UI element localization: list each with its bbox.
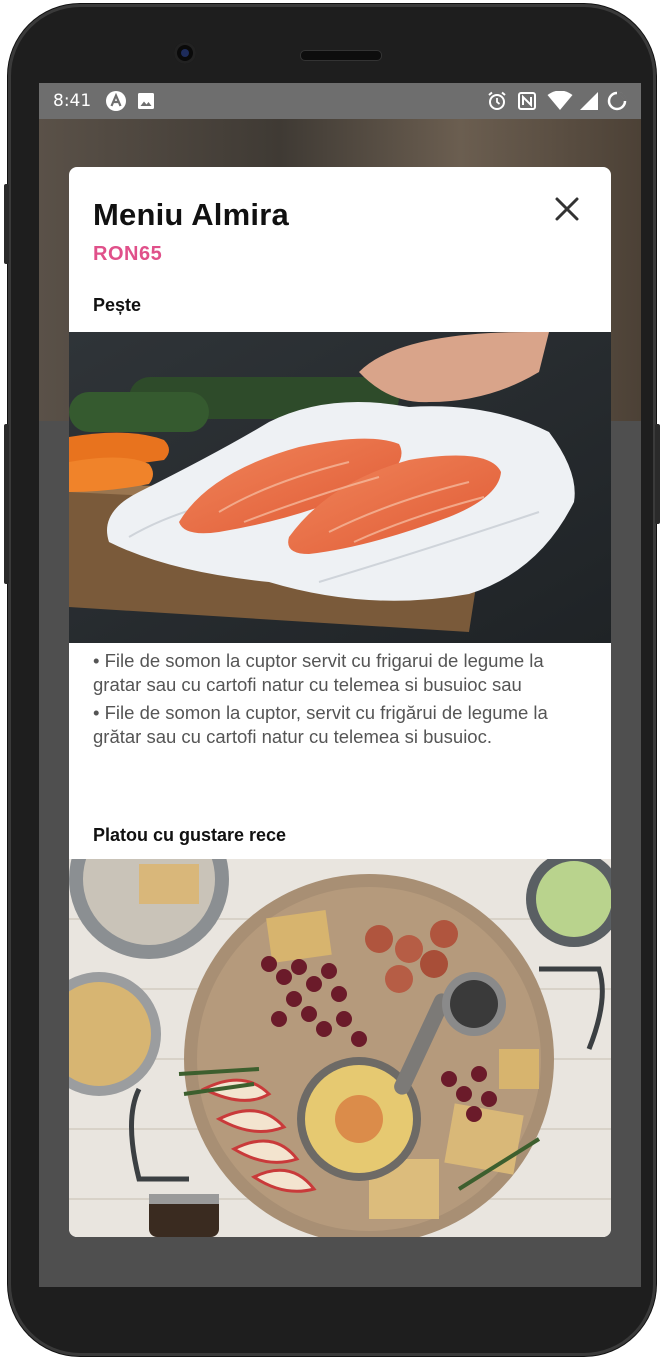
menu-item-text: • File de somon la cuptor servit cu frig…: [93, 650, 544, 695]
modal-price: RON65: [93, 243, 163, 265]
modal-title: Meniu Almira: [93, 197, 289, 232]
screen: 8:41 Meniu Almira RON65 Pește • File de …: [39, 83, 641, 1287]
battery-icon: [607, 91, 627, 111]
status-bar: 8:41: [39, 83, 641, 119]
wifi-icon: [547, 91, 573, 111]
section-description-peste: • File de somon la cuptor servit cu frig…: [93, 649, 593, 753]
salmon-fillet-image: [69, 332, 611, 643]
earpiece: [300, 50, 382, 61]
app-notification-icon: [105, 90, 127, 112]
alarm-icon: [487, 91, 507, 111]
status-time: 8:41: [53, 91, 92, 111]
image-notification-icon: [137, 92, 155, 110]
volume-button: [4, 184, 9, 264]
signal-icon: [579, 91, 599, 111]
section-title-platou: Platou cu gustare rece: [93, 825, 287, 845]
phone-frame: 8:41 Meniu Almira RON65 Pește • File de …: [4, 4, 660, 1356]
close-button[interactable]: [549, 191, 585, 227]
menu-item-text: • File de somon la cuptor, servit cu fri…: [93, 702, 548, 747]
menu-detail-modal: Meniu Almira RON65 Pește • File de somon…: [69, 167, 611, 1237]
cold-platter-image: [69, 859, 611, 1237]
section-title-peste: Pește: [93, 295, 142, 315]
nfc-icon: [517, 91, 537, 111]
front-camera: [174, 42, 196, 64]
side-button: [4, 424, 9, 584]
close-icon: [555, 197, 579, 221]
power-button: [655, 424, 660, 524]
